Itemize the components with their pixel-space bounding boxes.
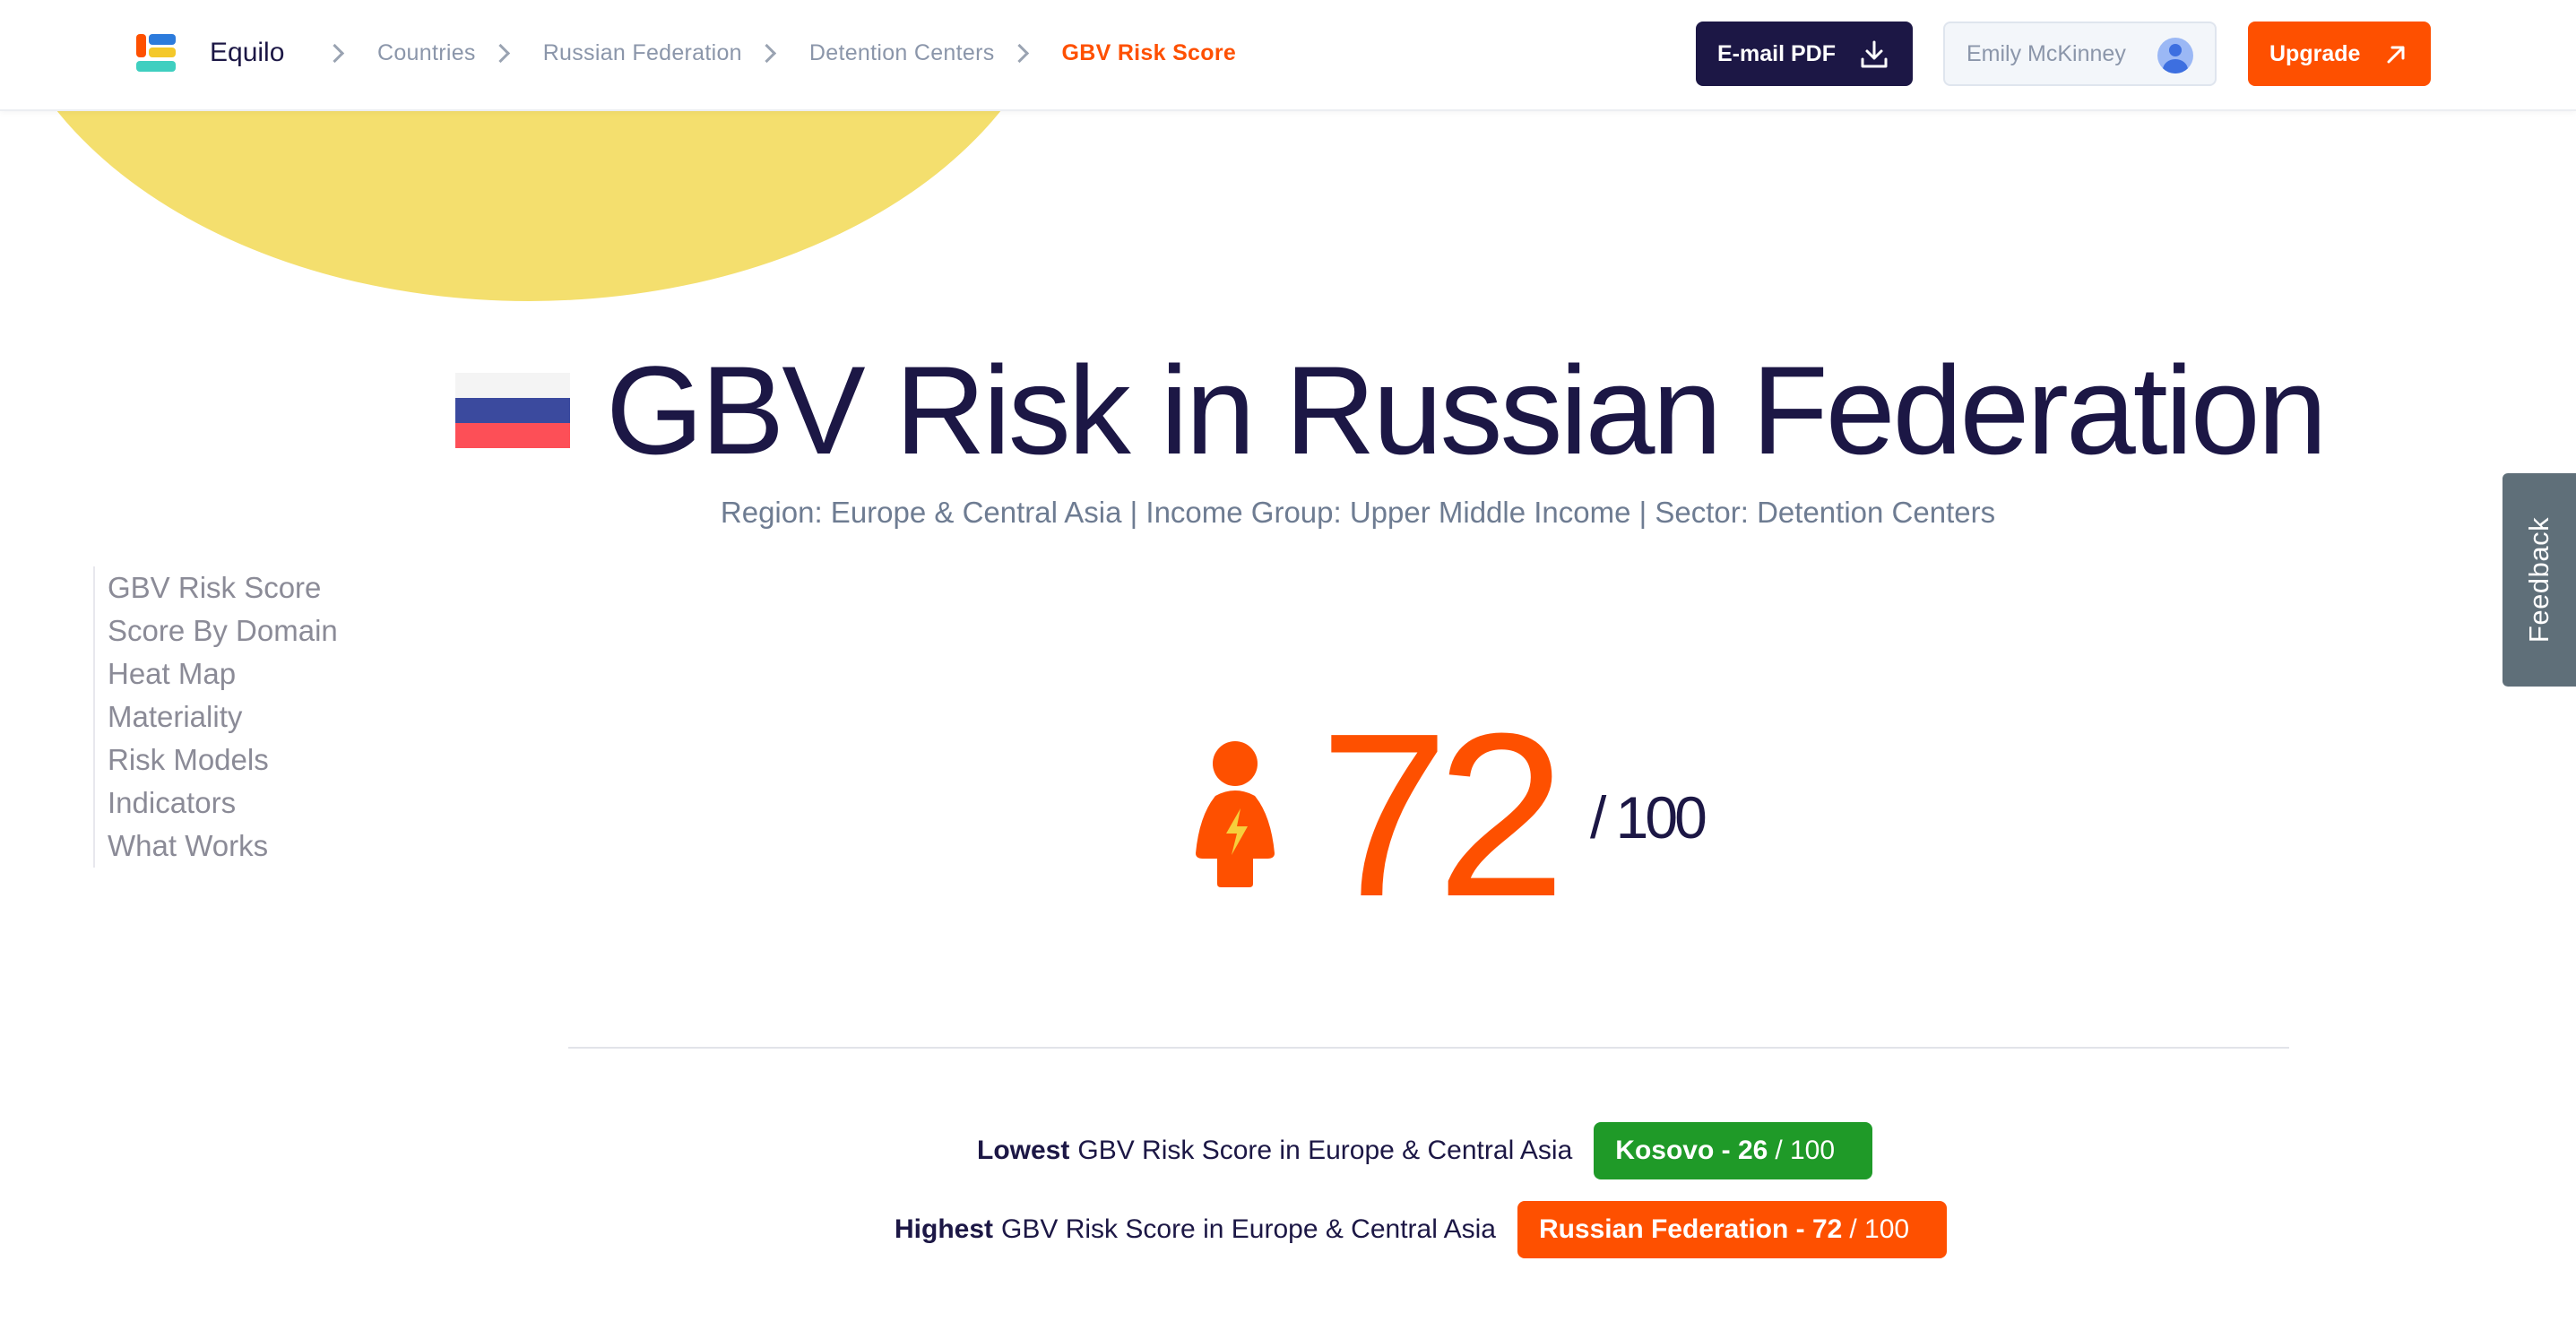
lowest-country: Kosovo - 26 xyxy=(1615,1136,1768,1165)
user-name: Emily McKinney xyxy=(1967,40,2126,66)
chevron-right-icon xyxy=(1009,43,1029,63)
email-pdf-button[interactable]: E-mail PDF xyxy=(1696,22,1913,86)
nav-item-materiality[interactable]: Materiality xyxy=(108,695,338,739)
person-lightning-icon xyxy=(1196,741,1275,887)
user-menu-button[interactable]: Emily McKinney xyxy=(1943,22,2217,86)
russia-flag-icon xyxy=(455,373,570,448)
nav-item-score-by-domain[interactable]: Score By Domain xyxy=(108,609,338,652)
breadcrumb-sector[interactable]: Detention Centers xyxy=(809,40,995,66)
nav-item-risk-models[interactable]: Risk Models xyxy=(108,739,338,782)
lowest-score-max: / 100 xyxy=(1775,1136,1836,1165)
user-avatar-icon xyxy=(2157,38,2193,73)
download-icon xyxy=(1861,40,1888,68)
brand-name[interactable]: Equilo xyxy=(210,34,284,72)
page-title: GBV Risk in Russian Federation xyxy=(606,340,2328,480)
chevron-right-icon xyxy=(324,43,345,63)
highest-country: Russian Federation - 72 xyxy=(1538,1214,1843,1244)
equilo-logo-icon[interactable] xyxy=(136,34,176,73)
lowest-label: Lowest xyxy=(977,1136,1070,1165)
chevron-right-icon xyxy=(756,43,776,63)
upgrade-button[interactable]: Upgrade xyxy=(2248,22,2431,86)
breadcrumb-countries[interactable]: Countries xyxy=(377,40,476,66)
email-pdf-label: E-mail PDF xyxy=(1717,40,1836,66)
top-bar: Equilo Countries Russian Federation Dete… xyxy=(0,0,2576,111)
nav-item-heat-map[interactable]: Heat Map xyxy=(108,652,338,695)
nav-item-gbv-risk-score[interactable]: GBV Risk Score xyxy=(108,566,338,609)
nav-item-what-works[interactable]: What Works xyxy=(108,825,338,868)
section-nav: GBV Risk Score Score By Domain Heat Map … xyxy=(93,566,338,868)
gbv-risk-score-value: 72 xyxy=(1319,686,1566,946)
upgrade-label: Upgrade xyxy=(2269,40,2361,66)
highest-text: GBV Risk Score in Europe & Central Asia xyxy=(1001,1214,1496,1244)
highest-score-max: / 100 xyxy=(1849,1214,1910,1244)
page-subtitle: Region: Europe & Central Asia | Income G… xyxy=(720,496,1996,529)
feedback-tab[interactable]: Feedback xyxy=(2503,473,2576,687)
highest-score-row: Highest GBV Risk Score in Europe & Centr… xyxy=(895,1201,1948,1258)
gbv-risk-score-max: / 100 xyxy=(1590,784,1707,851)
arrow-up-right-icon xyxy=(2387,46,2405,64)
chevron-right-icon xyxy=(490,43,510,63)
breadcrumb: Countries Russian Federation Detention C… xyxy=(310,34,1236,72)
lowest-score-badge[interactable]: Kosovo - 26 / 100 xyxy=(1594,1122,1873,1179)
divider xyxy=(568,1047,2289,1049)
breadcrumb-country[interactable]: Russian Federation xyxy=(543,40,742,66)
highest-score-badge[interactable]: Russian Federation - 72 / 100 xyxy=(1517,1201,1948,1258)
breadcrumb-current[interactable]: GBV Risk Score xyxy=(1062,40,1237,66)
nav-item-indicators[interactable]: Indicators xyxy=(108,782,338,825)
lowest-text: GBV Risk Score in Europe & Central Asia xyxy=(1077,1136,1573,1165)
feedback-label: Feedback xyxy=(2523,516,2555,644)
lowest-score-row: Lowest GBV Risk Score in Europe & Centra… xyxy=(977,1122,1873,1179)
highest-label: Highest xyxy=(895,1214,994,1244)
